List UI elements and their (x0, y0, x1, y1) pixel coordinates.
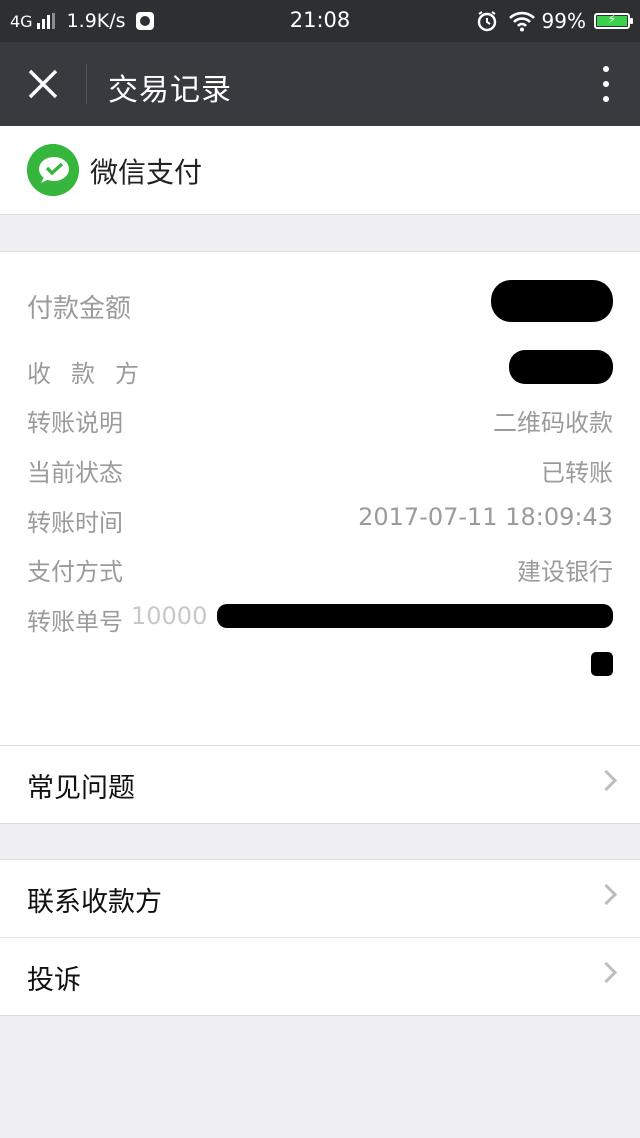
wechat-pay-icon (27, 144, 79, 196)
divider (86, 64, 87, 104)
status-right: 99% ⚡ (476, 8, 633, 34)
status-label: 当前状态 (27, 459, 123, 487)
faq-group: 常见问题 (0, 745, 640, 824)
contact-payee-label: 联系收款方 (27, 887, 162, 918)
wechat-pay-header: 微信支付 (0, 126, 640, 215)
page-title: 交易记录 (108, 73, 232, 108)
status-value: 已转账 (541, 459, 613, 487)
chevron-right-icon (595, 883, 618, 906)
transaction-details: 付款金额 收款方 转账说明 二维码收款 当前状态 已转账 转账时间 2017-0… (0, 251, 640, 746)
note-label: 转账说明 (27, 409, 123, 437)
order-redacted (217, 604, 613, 628)
contact-payee-item[interactable]: 联系收款方 (0, 860, 640, 937)
method-value: 建设银行 (517, 558, 613, 586)
battery-percent: 99% (541, 9, 586, 33)
payee-redacted (509, 350, 613, 384)
order-label: 转账单号 (27, 608, 123, 636)
pay-service-name: 微信支付 (90, 156, 203, 189)
battery-icon: ⚡ (594, 12, 633, 29)
complaint-item[interactable]: 投诉 (0, 937, 640, 1015)
faq-label: 常见问题 (27, 773, 135, 804)
faq-item[interactable]: 常见问题 (0, 746, 640, 823)
amount-redacted (491, 280, 613, 322)
amount-label: 付款金额 (27, 294, 132, 324)
status-bar: 4G 1.9K/s 21:08 99% ⚡ (0, 0, 640, 42)
time-value: 2017-07-11 18:09:43 (358, 503, 613, 531)
chevron-right-icon (595, 961, 618, 984)
more-vertical-icon[interactable] (602, 66, 610, 102)
alarm-icon (477, 11, 496, 32)
chevron-right-icon (595, 769, 618, 792)
title-bar: 交易记录 (0, 42, 640, 126)
time-label: 转账时间 (27, 509, 123, 537)
payee-label: 收款方 (27, 360, 159, 388)
method-label: 支付方式 (27, 558, 123, 586)
close-icon[interactable] (26, 67, 60, 101)
actions-group: 联系收款方 投诉 (0, 859, 640, 1016)
order-redacted-line2 (591, 652, 613, 676)
note-value: 二维码收款 (493, 409, 613, 437)
wifi-icon (508, 11, 535, 32)
order-value-prefix: 10000 (131, 602, 208, 630)
complaint-label: 投诉 (27, 965, 81, 996)
